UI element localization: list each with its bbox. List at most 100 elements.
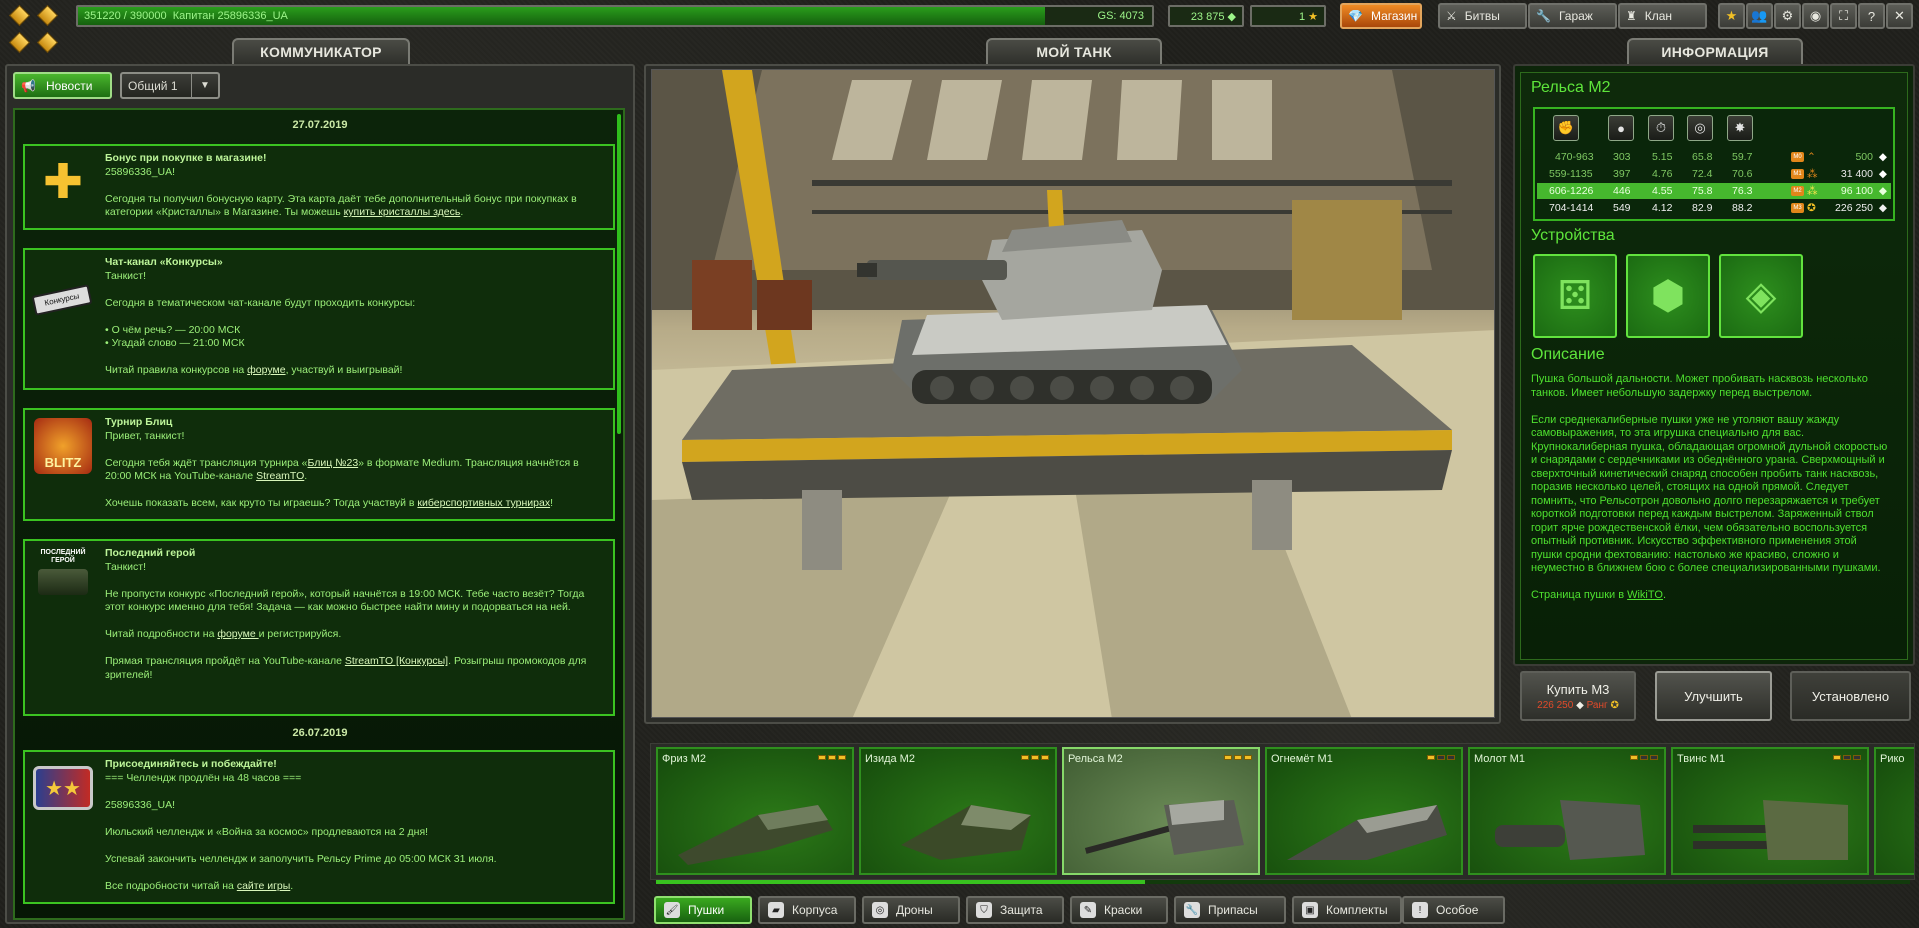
installed-button[interactable]: Установлено [1790, 671, 1911, 721]
turret-image [678, 805, 833, 865]
carousel-scroll[interactable] [656, 880, 1910, 884]
garage-label: Гараж [1558, 9, 1593, 23]
mk-badge: M2 [1791, 186, 1804, 196]
favorites-star-button[interactable]: ★ [1718, 3, 1745, 29]
contests-badge-icon: Конкурсы [31, 276, 93, 332]
device-slot-1[interactable]: ⚄ [1533, 254, 1617, 338]
streamto-contests-link[interactable]: StreamTO [Конкурсы] [345, 655, 448, 667]
esports-link[interactable]: киберспортивных турнирах [417, 497, 550, 509]
rank-icon: ⌃ [1807, 151, 1816, 163]
mk-badge: M1 [1791, 169, 1804, 179]
wiki-link[interactable]: WikiTO [1627, 589, 1663, 601]
tank-preview-viewport[interactable] [651, 69, 1495, 718]
device-slot-3[interactable]: ◈ [1719, 254, 1803, 338]
devices-title: Устройства [1531, 227, 1615, 244]
game-site-link[interactable]: сайте игры [237, 880, 290, 892]
carousel-item[interactable]: Твинс M1 [1671, 747, 1869, 875]
mk-badge: M3 [1791, 203, 1804, 213]
news-text: Сегодня ты получил бонусную карту. Эта к… [105, 192, 577, 219]
forum-link[interactable]: форуме [247, 364, 285, 376]
bonus-card-icon: ✚ [42, 156, 84, 209]
friends-button[interactable]: 👥 [1746, 3, 1773, 29]
news-feed[interactable]: 27.07.2019 ✚ Бонус при покупке в магазин… [13, 108, 625, 920]
crystal-icon: ◆ [1878, 202, 1887, 214]
upgrade-level [1224, 755, 1252, 760]
experience-value: 351220 / 390000 [84, 10, 167, 22]
category-hulls[interactable]: ▰ Корпуса [758, 896, 856, 924]
carousel-item[interactable]: Фриз M2 [656, 747, 854, 875]
carousel-item[interactable]: Молот M1 [1468, 747, 1666, 875]
close-icon: ✕ [1894, 8, 1905, 23]
device-icon: ◈ [1745, 274, 1777, 318]
crystal-icon: ◆ [1576, 699, 1584, 711]
description-text: Пушка большой дальности. Может пробивать… [1531, 373, 1888, 601]
stars-counter: 1 ★ [1250, 5, 1326, 27]
news-card: Конкурсы Чат-канал «Конкурсы» Танкист! С… [23, 248, 615, 390]
rank-icon: ✪ [1807, 202, 1816, 214]
wrench-icon: 🔧 [1184, 902, 1200, 918]
turret-image [901, 805, 1031, 860]
channel-select[interactable]: Общий 1 ▼ [120, 72, 220, 99]
category-paints[interactable]: ✎ Краски [1070, 896, 1168, 924]
upgrade-level [1021, 755, 1049, 760]
exit-button[interactable]: ✕ [1886, 3, 1913, 29]
upgrade-button[interactable]: Улучшить [1655, 671, 1772, 721]
upgrade-label: Улучшить [1684, 688, 1743, 704]
garage-button[interactable]: 🔧 Гараж [1528, 3, 1617, 29]
news-card: BLITZ Турнир Блиц Привет, танкист! Сегод… [23, 408, 615, 521]
sound-icon: ◉ [1809, 8, 1822, 23]
news-tab-button[interactable]: 📢 Новости [13, 72, 112, 99]
reload-icon: ⏱ [1648, 115, 1674, 141]
category-turrets[interactable]: 🖌 Пушки [654, 896, 752, 924]
battles-button[interactable]: ⚔ Битвы [1438, 3, 1527, 29]
clan-button[interactable]: ♜ Клан [1618, 3, 1707, 29]
feed-scrollbar[interactable] [617, 114, 621, 434]
rank-icon: ✪ [1610, 699, 1619, 711]
fullscreen-button[interactable]: ⛶ [1830, 3, 1857, 29]
shop-button[interactable]: 💎 Магазин [1340, 3, 1422, 29]
crystal-icon: ◆ [1878, 151, 1887, 163]
carousel-item[interactable]: Огнемёт M1 [1265, 747, 1463, 875]
carousel-item[interactable]: Рико [1874, 747, 1914, 875]
carousel-item-selected[interactable]: Рельса M2 [1062, 747, 1260, 875]
stats-row[interactable]: 704-1414 549 4.12 82.9 88.2 M3 ✪ 226 250 ◆ [1537, 200, 1891, 216]
category-kits[interactable]: ▣ Комплекты [1292, 896, 1402, 924]
battles-label: Битвы [1464, 9, 1500, 23]
drone-icon: ◎ [872, 902, 888, 918]
item-carousel[interactable]: Фриз M2 Изида M2 Рельса M2 Огнемёт M1 Мо… [650, 743, 1915, 880]
star-icon: ★ [1308, 11, 1318, 23]
buy-crystals-link[interactable]: купить кристаллы здесь [344, 206, 461, 218]
sound-button[interactable]: ◉ [1802, 3, 1829, 29]
news-title: Бонус при покупке в магазине! [105, 152, 267, 164]
category-drones[interactable]: ◎ Дроны [862, 896, 960, 924]
device-slot-2[interactable]: ⬢ [1626, 254, 1710, 338]
shield-icon: ⛉ [976, 902, 992, 918]
category-special[interactable]: ! Особое [1402, 896, 1505, 924]
category-supplies[interactable]: 🔧 Припасы [1174, 896, 1286, 924]
help-icon: ? [1867, 8, 1876, 24]
settings-button[interactable]: ⚙ [1774, 3, 1801, 29]
last-hero-logo-icon: ПОСЛЕДНИЙ ГЕРОЙ [33, 549, 93, 605]
device-icon: ⬢ [1650, 274, 1686, 318]
stats-row-current[interactable]: 606-1226 446 4.55 75.8 76.3 M2 ⁂ 96 100 ◆ [1537, 183, 1891, 199]
news-card: ★★ Присоединяйтесь и побеждайте! === Чел… [23, 750, 615, 904]
blitz-logo-icon: BLITZ [33, 418, 93, 474]
buy-button[interactable]: Купить M3 226 250 ◆ Ранг ✪ [1520, 671, 1636, 721]
rank-icon: ⁂ [1807, 185, 1818, 197]
news-card: ПОСЛЕДНИЙ ГЕРОЙ Последний герой Танкист!… [23, 539, 615, 716]
category-protection[interactable]: ⛉ Защита [966, 896, 1064, 924]
fullscreen-icon: ⛶ [1838, 8, 1849, 23]
gear-icon: ⚙ [1781, 8, 1794, 23]
forum-link[interactable]: форуме [217, 628, 258, 640]
carousel-item[interactable]: Изида M2 [859, 747, 1057, 875]
help-button[interactable]: ? [1858, 3, 1885, 29]
stats-row[interactable]: 470-963 303 5.15 65.8 59.7 M0 ⌃ 500 ◆ [1537, 149, 1891, 165]
streamto-link[interactable]: StreamTO [256, 470, 304, 482]
description-title: Описание [1531, 346, 1605, 363]
carousel-scroll-thumb[interactable] [656, 880, 1146, 884]
rank-icon: ⁂ [1807, 168, 1818, 180]
rank-logo [6, 4, 64, 54]
news-date: 27.07.2019 [292, 119, 348, 131]
stats-row[interactable]: 559-1135 397 4.76 72.4 70.6 M1 ⁂ 31 400 ◆ [1537, 166, 1891, 182]
blitz-link[interactable]: Блиц №23 [308, 457, 359, 469]
